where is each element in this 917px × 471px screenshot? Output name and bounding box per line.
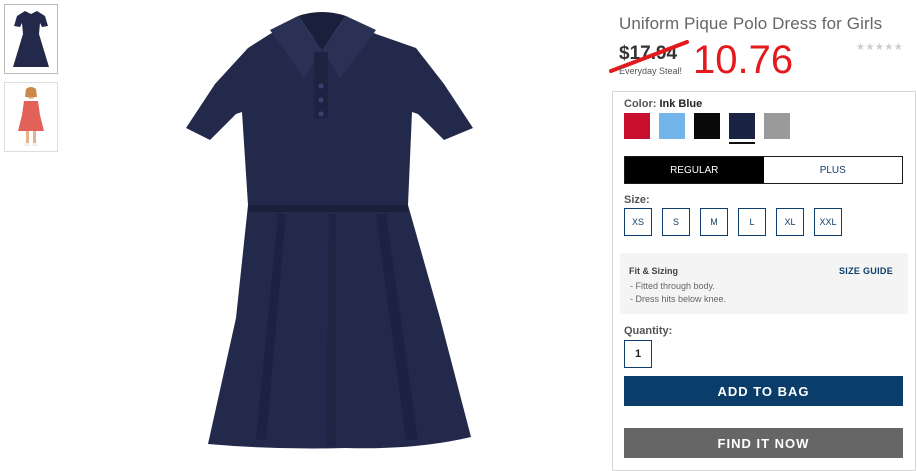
selected-color-name: Ink Blue <box>659 98 703 110</box>
rating-stars[interactable]: ★★★★★ <box>856 42 903 53</box>
size-xxl-button[interactable]: XXL <box>814 208 842 236</box>
quantity-input[interactable]: 1 <box>624 340 652 368</box>
size-m-button[interactable]: M <box>700 208 728 236</box>
quantity-label: Quantity: <box>624 325 673 337</box>
fit-plus-button[interactable]: PLUS <box>763 157 902 183</box>
add-to-bag-button[interactable]: ADD TO BAG <box>624 376 903 406</box>
swatch-heather-gray[interactable] <box>764 113 790 139</box>
size-l-button[interactable]: L <box>738 208 766 236</box>
thumbnail-dress-front[interactable] <box>4 4 58 74</box>
size-guide-link[interactable]: SIZE GUIDE <box>839 266 893 276</box>
dress-image <box>186 12 473 449</box>
sale-price: 10.76 <box>693 38 794 82</box>
dress-thumbnail-image <box>13 11 49 67</box>
fit-sizing-box: Fit & Sizing SIZE GUIDE Fitted through b… <box>620 253 908 314</box>
swatch-black[interactable] <box>694 113 720 139</box>
fit-note: Fitted through body. <box>630 280 726 293</box>
size-label: Size: <box>624 194 650 206</box>
model-thumbnail-image <box>18 87 44 146</box>
thumbnail-list <box>4 4 60 160</box>
size-s-button[interactable]: S <box>662 208 690 236</box>
price-note: Everyday Steal! <box>619 66 683 76</box>
swatch-ink-blue[interactable] <box>729 113 755 144</box>
fit-note: Dress hits below knee. <box>630 293 727 306</box>
fit-regular-button[interactable]: REGULAR <box>625 157 764 183</box>
fit-sizing-title: Fit & Sizing <box>629 266 678 276</box>
size-options: XS S M L XL XXL <box>624 208 842 236</box>
fit-toggle: REGULAR PLUS <box>624 156 903 184</box>
color-swatches <box>624 113 790 144</box>
thumbnail-model[interactable] <box>4 82 58 152</box>
size-xl-button[interactable]: XL <box>776 208 804 236</box>
swatch-light-blue[interactable] <box>659 113 685 139</box>
size-xs-button[interactable]: XS <box>624 208 652 236</box>
color-label: Color: Ink Blue <box>624 98 702 110</box>
product-title: Uniform Pique Polo Dress for Girls <box>619 14 883 33</box>
swatch-red[interactable] <box>624 113 650 139</box>
main-product-image <box>186 0 476 454</box>
color-label-text: Color: <box>624 98 657 110</box>
fit-notes-list: Fitted through body. Dress hits below kn… <box>630 280 727 306</box>
